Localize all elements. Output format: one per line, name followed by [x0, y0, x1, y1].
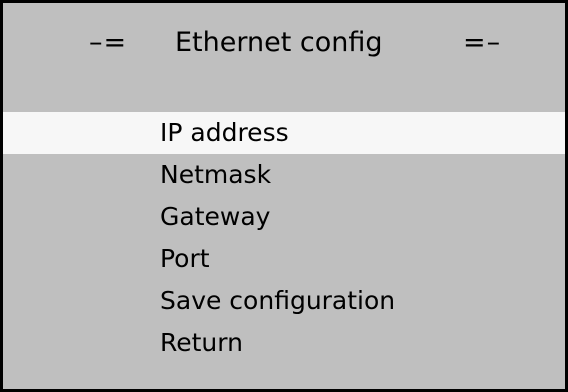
title-left-decoration: –= — [89, 27, 128, 58]
menu-item-gateway[interactable]: Gateway — [3, 196, 565, 238]
menu-item-save-configuration[interactable]: Save configuration — [3, 280, 565, 322]
menu-item-ip-address[interactable]: IP address — [3, 112, 565, 154]
menu-item-port[interactable]: Port — [3, 238, 565, 280]
title-right-decoration: =– — [463, 27, 502, 58]
menu-item-netmask[interactable]: Netmask — [3, 154, 565, 196]
menu-title: Ethernet config — [175, 27, 383, 58]
menu-item-return[interactable]: Return — [3, 322, 565, 364]
ethernet-config-menu: IP address Netmask Gateway Port Save con… — [3, 112, 565, 364]
menu-title-bar: –= Ethernet config =– — [3, 25, 565, 61]
lcd-menu-screen: –= Ethernet config =– IP address Netmask… — [0, 0, 568, 392]
